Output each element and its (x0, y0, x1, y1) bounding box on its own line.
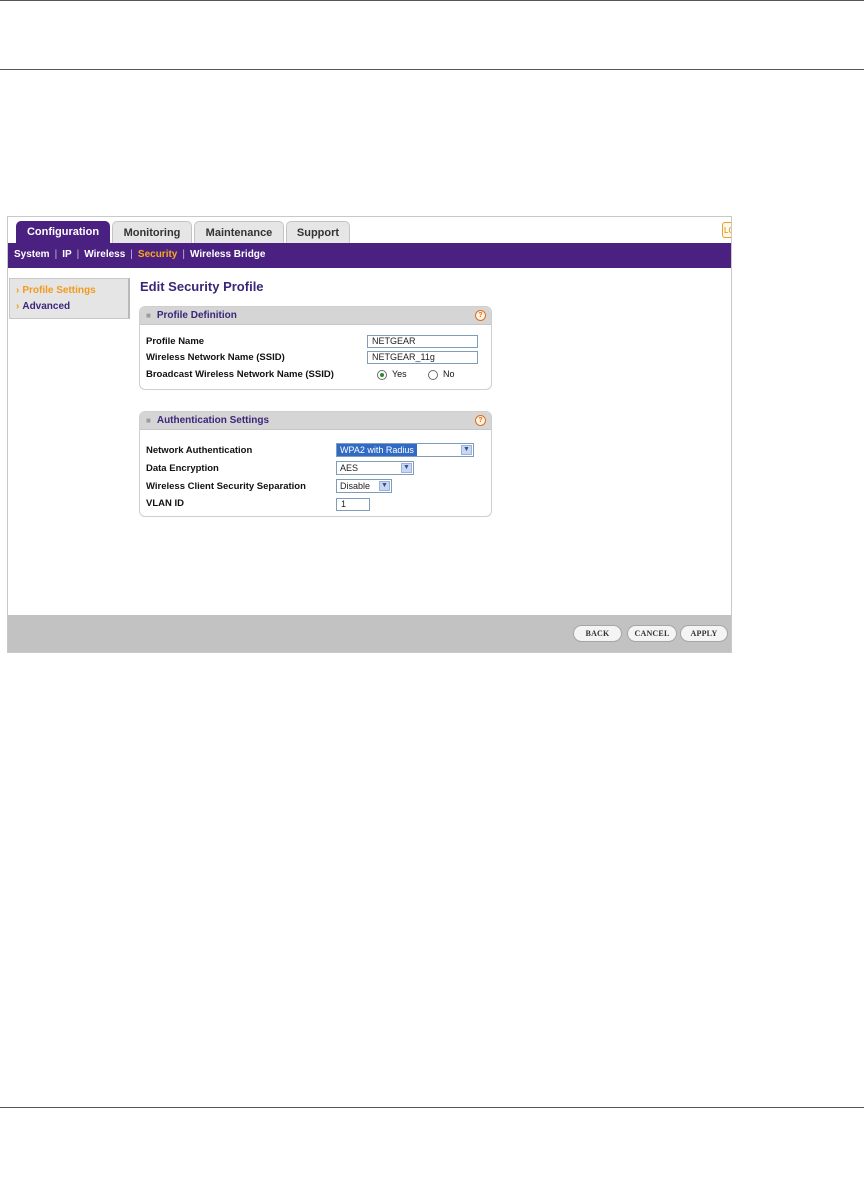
panel-title: Profile Definition (156, 310, 237, 321)
broadcast-no-radio[interactable] (428, 370, 438, 380)
network-authentication-label: Network Authentication (146, 445, 253, 456)
chevron-right-icon: › (16, 285, 20, 296)
broadcast-yes-label: Yes (392, 369, 407, 379)
subnav-item-security[interactable]: Security (138, 249, 177, 260)
help-icon[interactable]: ? (475, 415, 486, 426)
data-encryption-select[interactable]: AES ▼ (336, 461, 414, 475)
chevron-down-icon[interactable]: ▼ (379, 481, 390, 491)
sidebar-item-label: Profile Settings (22, 285, 96, 296)
authentication-settings-panel: ■ Authentication Settings ? Network Authe… (139, 411, 492, 517)
broadcast-yes-radio[interactable] (377, 370, 387, 380)
data-encryption-label: Data Encryption (146, 463, 219, 474)
ssid-label: Wireless Network Name (SSID) (146, 352, 285, 363)
top-rule-1 (0, 0, 864, 1)
profile-definition-panel: ■ Profile Definition ? Profile Name NETGE… (139, 306, 492, 390)
subnav-item-ip[interactable]: IP (62, 249, 71, 260)
selected-value: WPA2 with Radius (337, 444, 417, 456)
network-authentication-select[interactable]: WPA2 with Radius ▼ (336, 443, 474, 457)
subnav-item-system[interactable]: System (14, 249, 50, 260)
broadcast-ssid-label: Broadcast Wireless Network Name (SSID) (146, 369, 334, 380)
subnav-separator: | (182, 249, 185, 260)
router-config-screenshot: Configuration Monitoring Maintenance Sup… (7, 216, 732, 653)
selected-value: Disable (340, 481, 371, 491)
tab-configuration[interactable]: Configuration (16, 221, 110, 243)
back-button[interactable]: BACK (573, 625, 622, 642)
logout-button[interactable]: LO (722, 222, 731, 238)
sidebar-item-label: Advanced (22, 301, 71, 312)
vlan-id-label: VLAN ID (146, 498, 184, 509)
profile-name-input[interactable]: NETGEAR (367, 335, 478, 348)
sidebar-item-profile-settings[interactable]: › Profile Settings (16, 283, 128, 299)
panel-bullet-icon: ■ (146, 311, 151, 320)
client-separation-select[interactable]: Disable ▼ (336, 479, 392, 493)
bottom-rule (0, 1107, 864, 1108)
page-title: Edit Security Profile (140, 279, 264, 294)
selected-value: AES (340, 463, 359, 473)
ssid-input[interactable]: NETGEAR_11g (367, 351, 478, 364)
profile-name-label: Profile Name (146, 336, 205, 347)
panel-title: Authentication Settings (156, 415, 270, 426)
subnav-separator: | (54, 249, 58, 260)
help-icon[interactable]: ? (475, 310, 486, 321)
broadcast-no-label: No (443, 369, 455, 379)
subnav-item-wireless-bridge[interactable]: Wireless Bridge (190, 249, 266, 260)
action-bar: BACK CANCEL APPLY (8, 615, 731, 652)
sidebar-item-advanced[interactable]: › Advanced (16, 299, 128, 315)
client-separation-label: Wireless Client Security Separation (146, 481, 306, 492)
main-tab-bar: Configuration Monitoring Maintenance Sup… (8, 217, 731, 243)
vlan-id-input[interactable]: 1 (336, 498, 370, 511)
subnav-separator: | (76, 249, 80, 260)
chevron-down-icon[interactable]: ▼ (461, 445, 472, 455)
chevron-down-icon[interactable]: ▼ (401, 463, 412, 473)
tab-monitoring[interactable]: Monitoring (112, 221, 192, 243)
chevron-right-icon: › (16, 301, 20, 312)
apply-button[interactable]: APPLY (680, 625, 728, 642)
tab-maintenance[interactable]: Maintenance (194, 221, 284, 243)
tab-support[interactable]: Support (286, 221, 350, 243)
subnav-separator: | (130, 249, 133, 260)
sub-navigation: System | IP | Wireless | Security | Wireless Bri… (8, 243, 731, 268)
subnav-item-wireless[interactable]: Wireless (84, 249, 125, 260)
panel-header: ■ Authentication Settings ? (140, 412, 491, 430)
panel-bullet-icon: ■ (146, 416, 151, 425)
top-rule-2 (0, 69, 864, 70)
cancel-button[interactable]: CANCEL (627, 625, 677, 642)
panel-header: ■ Profile Definition ? (140, 307, 491, 325)
side-menu: › Profile Settings › Advanced (9, 278, 130, 319)
